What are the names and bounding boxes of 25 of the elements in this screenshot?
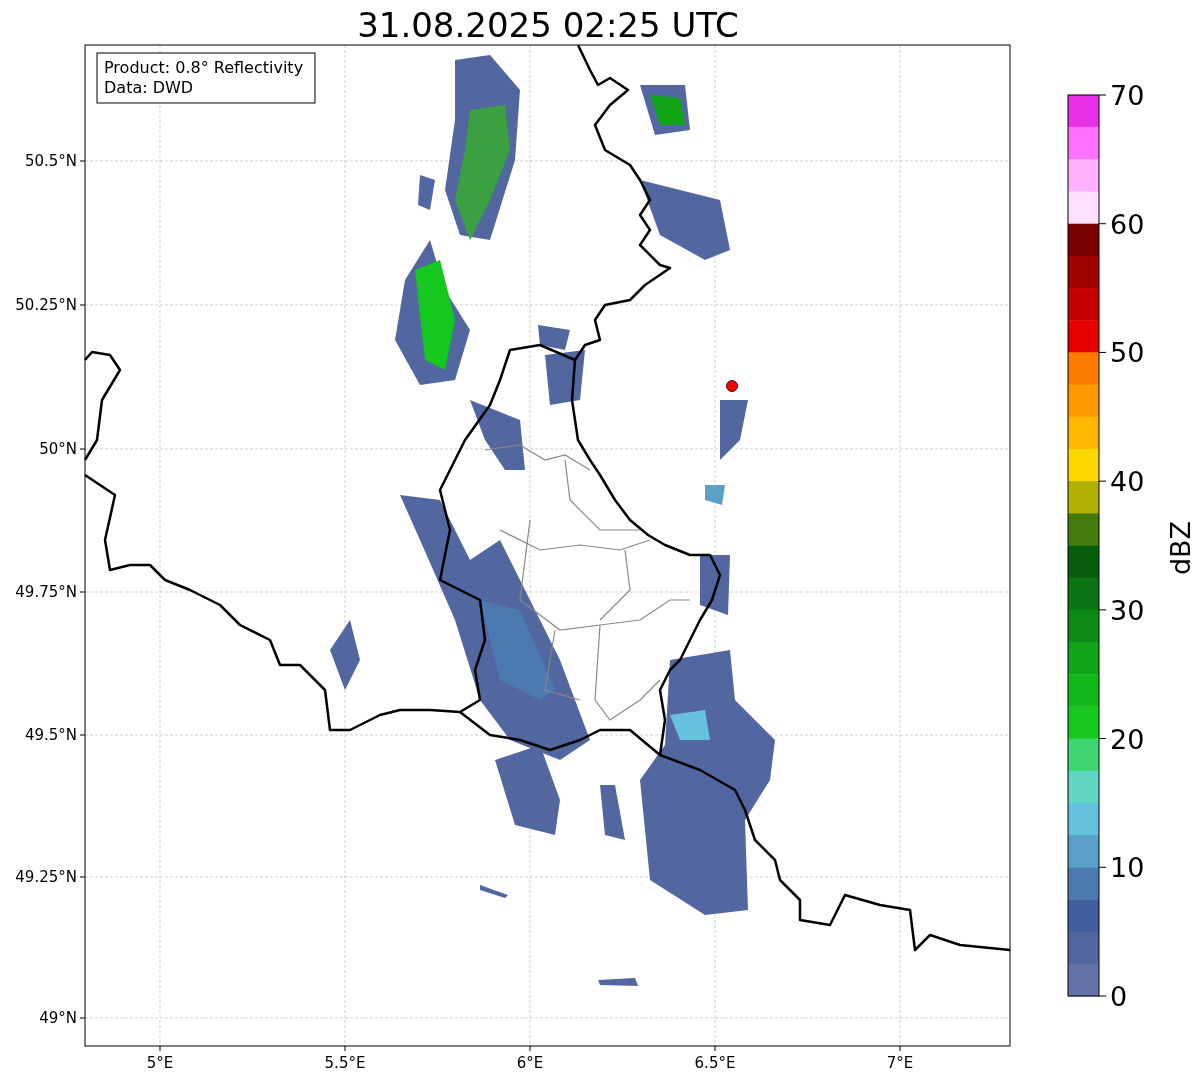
colorbar-tick-label: 40 [1110,466,1145,498]
latitude-label: 49°N [39,1009,77,1027]
colorbar-tick-label: 0 [1110,981,1128,1012]
colorbar-tick-label: 60 [1110,208,1145,240]
longitude-label: 6.5°E [694,1054,736,1072]
colorbar-tick-label: 10 [1110,852,1145,884]
longitude-label: 5°E [146,1054,174,1072]
latitude-label: 49.75°N [15,583,77,601]
latitude-label: 50.25°N [15,296,77,314]
chart-title: 31.08.2025 02:25 UTC [357,5,739,45]
product-label: Product: 0.8° Reflectivity [104,58,304,77]
latitude-label: 50°N [39,440,77,458]
colorbar-tick-label: 50 [1110,337,1145,369]
longitude-label: 7°E [886,1054,914,1072]
latitude-label: 49.5°N [24,726,77,744]
latitude-label: 50.5°N [24,152,77,170]
colorbar-tick-label: 70 [1110,80,1145,111]
colorbar-label: dBZ [1165,520,1196,576]
colorbar-tick-label: 30 [1110,594,1145,626]
longitude-label: 6°E [516,1054,544,1072]
colorbar-tick-label: 20 [1110,723,1145,755]
data-source-label: Data: DWD [104,78,194,97]
radar-site-marker [726,380,738,392]
longitude-label: 5.5°E [324,1054,366,1072]
latitude-label: 49.25°N [15,868,77,886]
